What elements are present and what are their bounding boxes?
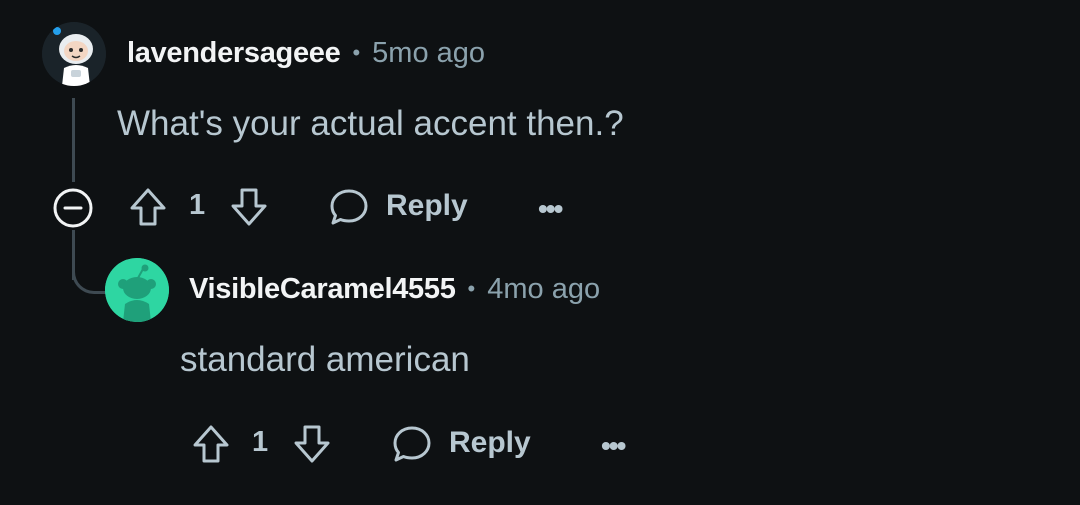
vote-count: 1: [189, 189, 206, 221]
thread-connector: [72, 258, 108, 294]
more-options-icon[interactable]: •••: [601, 430, 626, 462]
reply-bubble-icon[interactable]: [328, 186, 370, 228]
comment-meta: lavendersageee • 5mo ago: [127, 34, 485, 72]
username-link[interactable]: VisibleCaramel4555: [189, 273, 456, 306]
comment-meta: VisibleCaramel4555 • 4mo ago: [189, 270, 600, 308]
upvote-arrow-icon[interactable]: [128, 186, 168, 228]
timestamp[interactable]: 4mo ago: [487, 273, 600, 306]
avatar[interactable]: [42, 22, 106, 86]
more-options-icon[interactable]: •••: [538, 193, 563, 225]
comment-body: standard american: [180, 340, 470, 379]
default-snoo-avatar-icon: [105, 258, 169, 322]
vote-count: 1: [252, 426, 269, 458]
reply-button[interactable]: Reply: [386, 189, 468, 223]
meta-separator: •: [467, 276, 476, 301]
reply-button[interactable]: Reply: [449, 426, 531, 460]
collapse-thread-icon[interactable]: [52, 187, 94, 229]
reply-bubble-icon[interactable]: [391, 423, 433, 465]
meta-separator: •: [352, 40, 361, 65]
comment-thread: lavendersageee • 5mo ago What's your act…: [0, 0, 1080, 505]
avatar[interactable]: [105, 258, 169, 322]
thread-line: [72, 98, 75, 182]
snoo-avatar-icon: [42, 22, 106, 86]
upvote-arrow-icon[interactable]: [191, 423, 231, 465]
timestamp[interactable]: 5mo ago: [372, 37, 485, 70]
downvote-arrow-icon[interactable]: [292, 423, 332, 465]
downvote-arrow-icon[interactable]: [229, 186, 269, 228]
comment-body: What's your actual accent then.?: [117, 104, 624, 143]
username-link[interactable]: lavendersageee: [127, 37, 341, 70]
